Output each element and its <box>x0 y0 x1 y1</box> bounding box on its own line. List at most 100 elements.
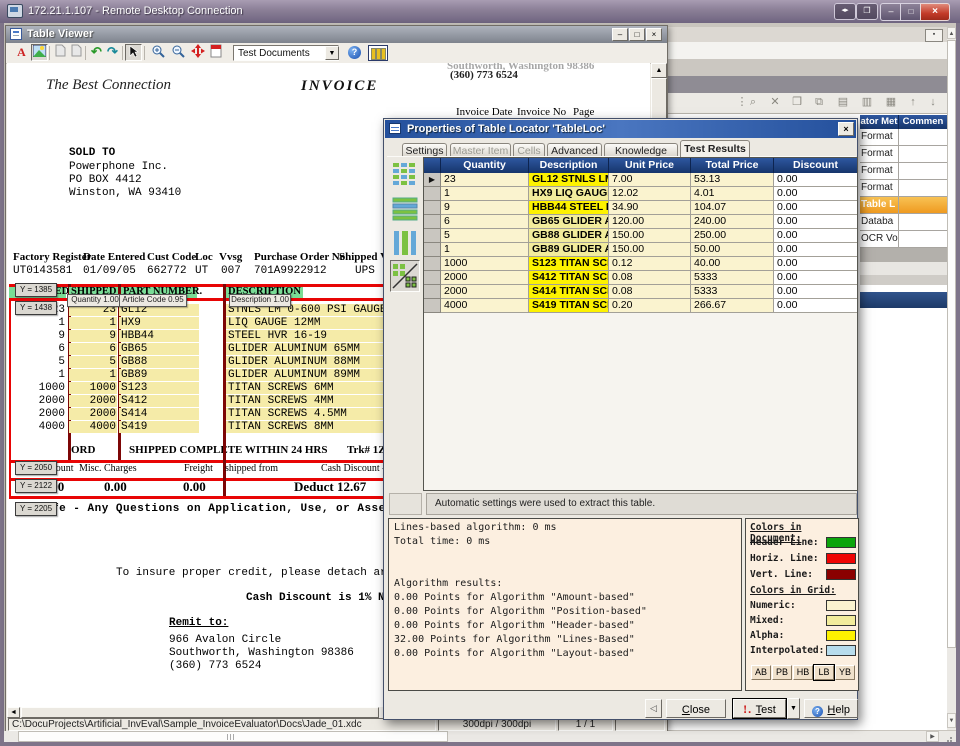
move-down-icon[interactable]: ↓ <box>925 95 941 111</box>
algorithm-toggle-yb[interactable]: YB <box>835 665 855 680</box>
row-selector[interactable] <box>424 229 441 243</box>
rdp-vscrollbar[interactable]: ▲ ▼ <box>947 27 956 730</box>
rdp-pin-button[interactable]: ◂▸ <box>834 3 856 20</box>
cell-description[interactable]: HBB44 STEEL HVR <box>529 201 609 215</box>
close-button[interactable]: Close <box>666 699 726 718</box>
side-cell-locator[interactable]: Format <box>860 163 899 180</box>
cell-total-price[interactable]: 4.01 <box>691 187 774 201</box>
cell-unit-price[interactable]: 150.00 <box>609 243 691 257</box>
test-dropdown-button[interactable]: ▼ <box>787 698 800 719</box>
cell-total-price[interactable]: 53.13 <box>691 173 774 187</box>
side-cell-locator[interactable]: OCR Vo <box>860 231 899 248</box>
row-selector[interactable] <box>424 187 441 201</box>
viewer-close-button[interactable]: × <box>646 28 662 41</box>
export-icon[interactable]: ▤ <box>835 95 851 111</box>
document-set-combobox[interactable]: Test Documents ▼ <box>233 45 339 61</box>
rdp-close-button[interactable]: × <box>920 3 950 21</box>
cell-total-price[interactable]: 40.00 <box>691 257 774 271</box>
move-up-icon[interactable]: ↑ <box>905 95 921 111</box>
page-next-button[interactable] <box>68 44 85 61</box>
rdp-hscrollbar[interactable]: ▶ <box>4 731 956 742</box>
scroll-left-button[interactable]: ◄ <box>7 707 20 718</box>
cell-quantity[interactable]: 2000 <box>441 285 529 299</box>
result-row[interactable]: 2000S414 TITAN SCRE0.0853330.00 <box>424 285 857 299</box>
side-cell-locator[interactable]: Format <box>860 180 899 197</box>
scroll-up-button[interactable]: ▲ <box>651 63 667 78</box>
test-button[interactable]: ! . Test <box>732 698 787 719</box>
view-cells-button[interactable] <box>391 160 419 190</box>
cell-total-price[interactable]: 5333 <box>691 285 774 299</box>
rdp-maximize-button[interactable]: □ <box>900 3 922 21</box>
view-mixed-button[interactable] <box>390 260 420 292</box>
pointer-tool-button[interactable] <box>125 44 142 61</box>
copy-icon[interactable]: ⧉ <box>811 95 827 111</box>
cell-quantity[interactable]: 1 <box>441 243 529 257</box>
algorithm-toggle-hb[interactable]: HB <box>793 665 813 680</box>
side-cell-locator[interactable]: Databa <box>860 214 899 231</box>
row-selector[interactable] <box>424 271 441 285</box>
result-grid[interactable]: Quantity Description Unit Price Total Pr… <box>423 157 858 491</box>
rdp-scroll-up-button[interactable]: ▲ <box>947 27 956 39</box>
view-rows-button[interactable] <box>391 194 419 224</box>
result-row[interactable]: 1000S123 TITAN SCRE0.1240.000.00 <box>424 257 857 271</box>
cell-total-price[interactable]: 5333 <box>691 271 774 285</box>
help-button[interactable]: ? Help <box>804 699 858 718</box>
side-cell-locator[interactable]: Table L <box>860 197 899 214</box>
side-cell-comment[interactable] <box>899 180 947 197</box>
cell-discount[interactable]: 0.00 <box>774 215 857 229</box>
fit-width-button[interactable] <box>189 44 206 61</box>
cell-discount[interactable]: 0.00 <box>774 173 857 187</box>
window-icon[interactable]: ❒ <box>789 95 805 111</box>
tab-settings[interactable]: Settings <box>402 143 447 157</box>
cell-quantity[interactable]: 2000 <box>441 271 529 285</box>
result-row[interactable]: ▶23GL12 STNLS LM 0 -7.0053.130.00 <box>424 173 857 187</box>
rdp-hscroll-thumb[interactable] <box>18 731 448 742</box>
cell-unit-price[interactable]: 34.90 <box>609 201 691 215</box>
viewer-help-button[interactable]: ? <box>348 46 361 59</box>
dialog-close-button[interactable]: × <box>838 122 854 136</box>
cell-description[interactable]: S419 TITAN SCRE <box>529 299 609 313</box>
tab-advanced[interactable]: Advanced <box>547 143 602 157</box>
cell-quantity[interactable]: 23 <box>441 173 529 187</box>
delete-icon[interactable]: ✕ <box>767 95 783 111</box>
page-prev-button[interactable] <box>52 44 69 61</box>
combobox-dropdown-button[interactable]: ▼ <box>325 46 339 60</box>
cell-total-price[interactable]: 50.00 <box>691 243 774 257</box>
side-cell-comment[interactable] <box>899 163 947 180</box>
rdp-restore-down-button[interactable]: ❐ <box>856 3 878 20</box>
cell-discount[interactable]: 0.00 <box>774 201 857 215</box>
cell-discount[interactable]: 0.00 <box>774 229 857 243</box>
fit-page-button[interactable] <box>207 44 224 61</box>
column-header-description[interactable]: Description <box>529 158 609 173</box>
row-selector[interactable] <box>424 215 441 229</box>
cell-discount[interactable]: 0.00 <box>774 257 857 271</box>
image-view-button[interactable] <box>31 44 48 61</box>
cell-unit-price[interactable]: 120.00 <box>609 215 691 229</box>
cell-description[interactable]: GB88 GLIDER ALU <box>529 229 609 243</box>
result-row[interactable]: 4000S419 TITAN SCRE0.20266.670.00 <box>424 299 857 313</box>
column-header-total-price[interactable]: Total Price <box>691 158 774 173</box>
rdp-scroll-down-button[interactable]: ▼ <box>947 713 956 728</box>
cell-total-price[interactable]: 266.67 <box>691 299 774 313</box>
find-icon[interactable]: ⌕ <box>745 95 761 111</box>
result-row[interactable]: 5GB88 GLIDER ALU150.00250.000.00 <box>424 229 857 243</box>
column-header-quantity[interactable]: Quantity <box>441 158 529 173</box>
zoom-out-button[interactable] <box>169 44 186 61</box>
rdp-vscroll-thumb[interactable] <box>947 40 956 648</box>
text-view-button[interactable]: A <box>13 44 30 61</box>
cell-description[interactable]: S123 TITAN SCRE <box>529 257 609 271</box>
row-selector[interactable] <box>424 243 441 257</box>
zoom-in-button[interactable] <box>149 44 166 61</box>
algorithm-toggle-lb[interactable]: LB <box>814 665 834 680</box>
side-row[interactable]: Format <box>860 129 947 146</box>
side-cell-comment[interactable] <box>899 129 947 146</box>
cell-description[interactable]: S414 TITAN SCRE <box>529 285 609 299</box>
side-row[interactable]: OCR Vo <box>860 231 947 248</box>
algorithm-toggle-ab[interactable]: AB <box>751 665 771 680</box>
cell-quantity[interactable]: 1 <box>441 187 529 201</box>
cell-description[interactable]: GB65 GLIDER ALU <box>529 215 609 229</box>
rdp-scroll-right-button[interactable]: ▶ <box>926 731 939 742</box>
side-row[interactable]: Format <box>860 163 947 180</box>
cell-discount[interactable]: 0.00 <box>774 187 857 201</box>
nav-back-button[interactable]: ◁ <box>645 699 662 718</box>
